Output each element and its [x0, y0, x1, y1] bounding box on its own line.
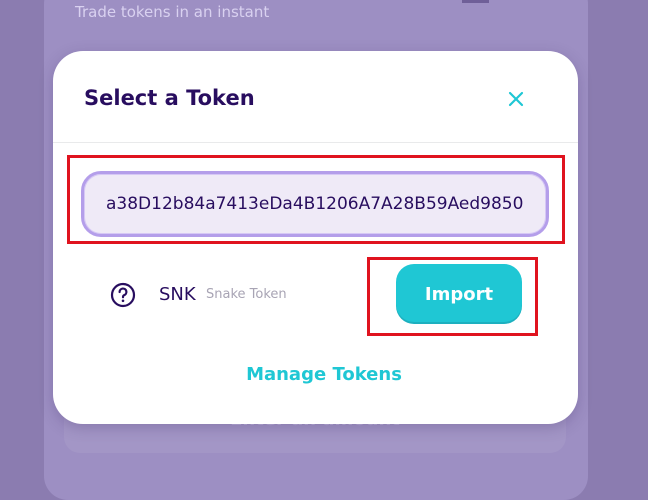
swap-subtitle: Trade tokens in an instant: [75, 3, 270, 21]
manage-tokens-button[interactable]: Manage Tokens: [0, 364, 648, 385]
token-symbol: SNK: [159, 284, 196, 305]
gear-icon[interactable]: [462, 0, 490, 8]
import-highlight-box: [367, 257, 538, 336]
token-name: Snake Token: [206, 287, 287, 302]
help-circle-icon: [110, 282, 136, 308]
history-icon[interactable]: [530, 0, 552, 6]
modal-title: Select a Token: [84, 86, 255, 110]
close-icon[interactable]: [503, 86, 529, 112]
modal-header-divider: [53, 142, 578, 143]
search-highlight-box: [67, 155, 565, 244]
